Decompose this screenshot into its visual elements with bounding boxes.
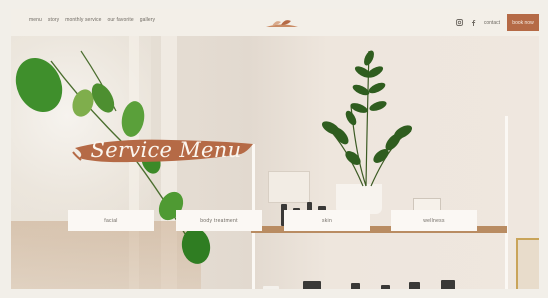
site-header: menu story monthly service our favorite … <box>11 9 539 37</box>
header-actions: contact book now <box>455 14 539 31</box>
product-bottle <box>409 282 420 289</box>
facebook-icon[interactable] <box>470 19 477 26</box>
product-jar <box>303 281 321 289</box>
product-jar <box>263 286 279 289</box>
product-bottle <box>441 280 455 289</box>
zz-plant-image <box>321 50 413 187</box>
nav-item-gallery[interactable]: gallery <box>140 17 155 23</box>
service-button-wellness[interactable]: wellness <box>391 210 477 231</box>
page-frame: menu story monthly service our favorite … <box>11 9 539 289</box>
page-title: Service Menu <box>90 138 242 162</box>
main-nav: menu story monthly service our favorite … <box>29 17 155 23</box>
nav-item-our-favorite[interactable]: our favorite <box>108 17 134 23</box>
service-button-body-treatment[interactable]: body treatment <box>176 210 262 231</box>
gold-frame <box>516 238 539 289</box>
contact-link[interactable]: contact <box>484 20 500 26</box>
book-now-button[interactable]: book now <box>507 14 539 31</box>
instagram-icon[interactable] <box>455 19 463 26</box>
hero-section: Service Menu facial body treatment skin … <box>11 36 539 289</box>
service-button-facial[interactable]: facial <box>68 210 154 231</box>
leaf-logo[interactable] <box>264 16 300 29</box>
nav-item-menu[interactable]: menu <box>29 17 42 23</box>
product-bottle <box>351 283 360 289</box>
nav-item-monthly-service[interactable]: monthly service <box>65 17 101 23</box>
service-button-skin[interactable]: skin <box>284 210 370 231</box>
shelf-post-right <box>505 116 508 289</box>
hero-title-block: Service Menu <box>71 126 261 178</box>
nav-item-story[interactable]: story <box>48 17 59 23</box>
product-bottle <box>381 285 390 289</box>
framed-card <box>268 171 310 203</box>
